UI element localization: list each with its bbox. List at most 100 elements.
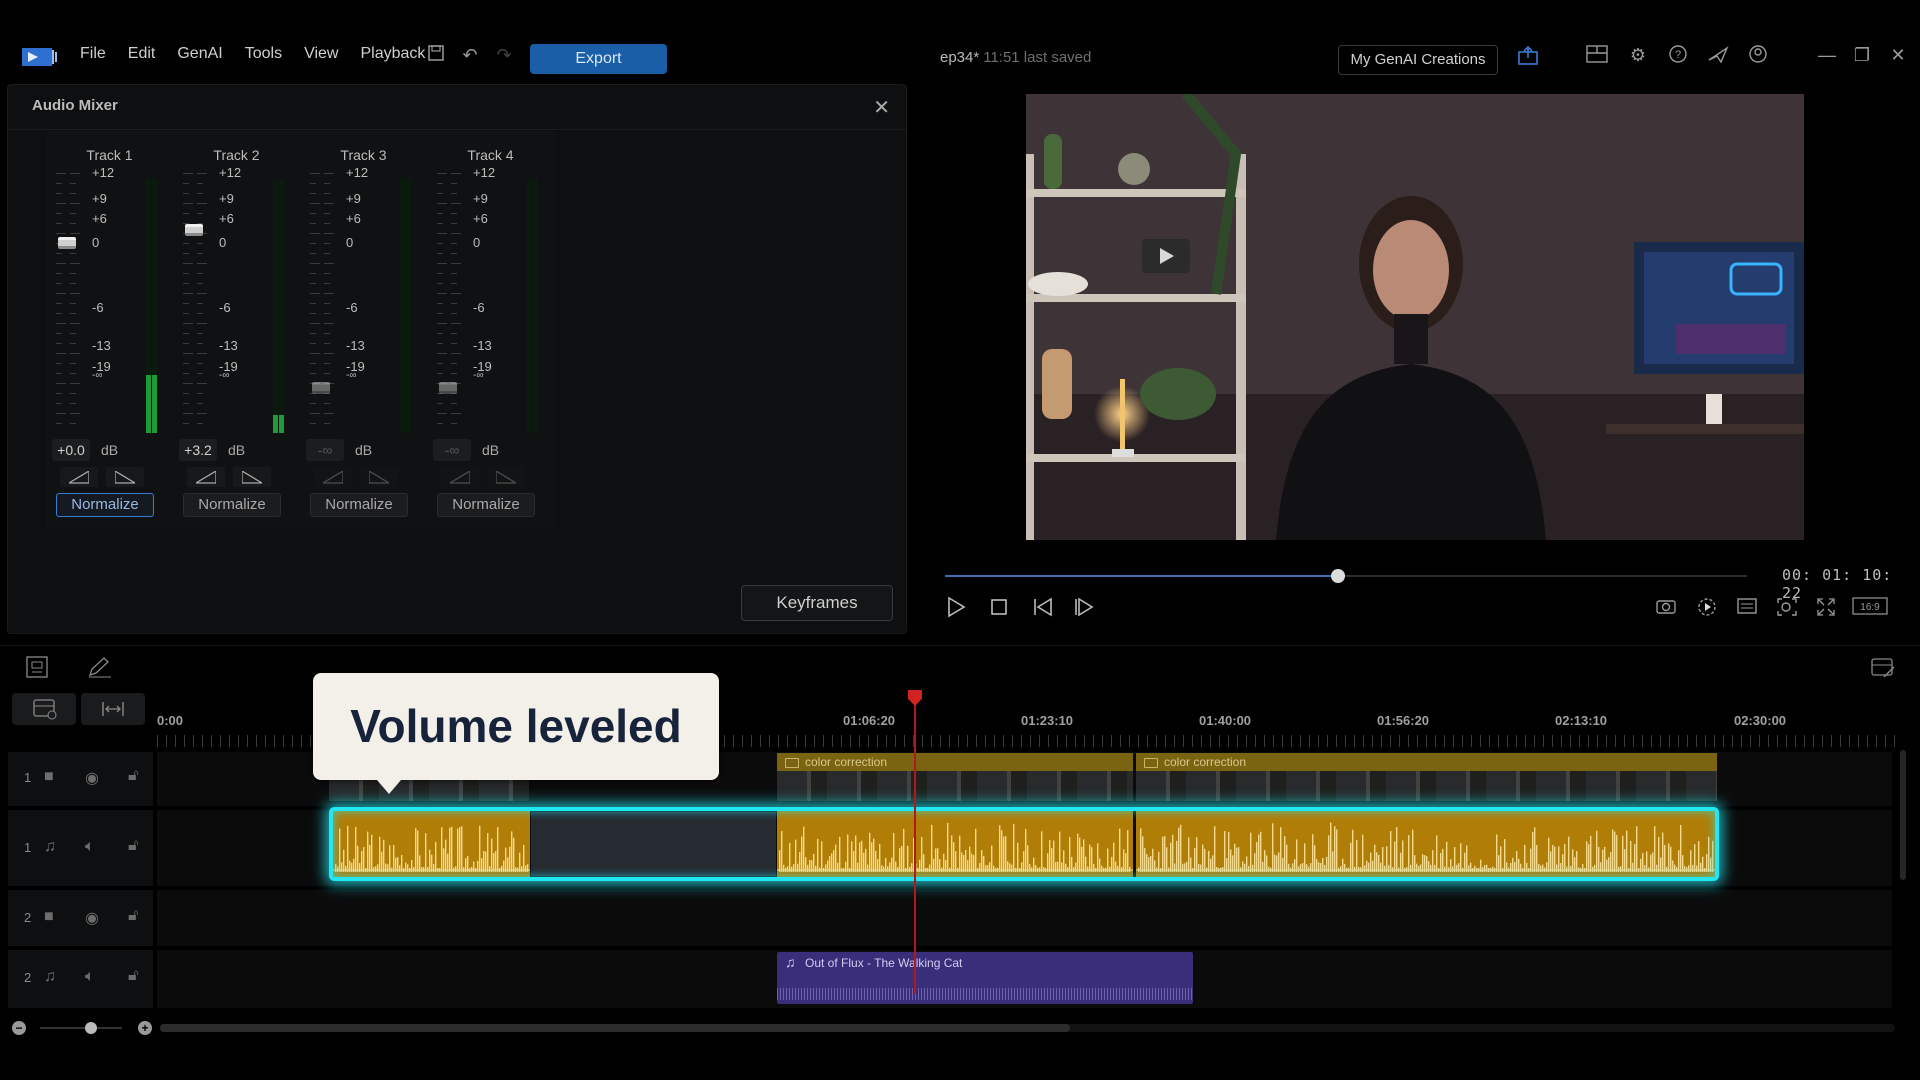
track-name: Track 4 <box>467 147 514 163</box>
fade-in-button[interactable] <box>187 467 225 487</box>
normalize-button[interactable]: Normalize <box>183 493 281 517</box>
undo-icon[interactable]: ↶ <box>459 44 481 66</box>
keyframes-button[interactable]: Keyframes <box>741 585 893 621</box>
notification-icon[interactable] <box>1707 44 1729 66</box>
scrub-handle[interactable] <box>1330 569 1345 583</box>
db-scale-label: -6 <box>219 300 231 315</box>
volume-fader[interactable] <box>312 382 330 394</box>
track-header-video-1: 1 ■ ◉ 🔓︎ <box>8 752 153 806</box>
level-meter <box>527 179 532 433</box>
stop-icon[interactable] <box>989 596 1009 624</box>
db-scale-label: -∞ <box>219 370 230 381</box>
edit-pen-icon[interactable] <box>87 656 113 683</box>
minimize-icon[interactable]: — <box>1816 44 1838 66</box>
help-icon[interactable]: ? <box>1667 44 1689 66</box>
menu-view[interactable]: View <box>304 45 338 63</box>
snapshot-icon[interactable] <box>1654 597 1678 619</box>
menu-genai[interactable]: GenAI <box>177 45 222 63</box>
fader-rail[interactable] <box>437 173 451 433</box>
fade-out-icon <box>496 471 516 484</box>
normalize-button[interactable]: Normalize <box>310 493 408 517</box>
db-scale-label: -∞ <box>346 370 357 381</box>
normalize-button[interactable]: Normalize <box>437 493 535 517</box>
menu-playback[interactable]: Playback <box>360 45 425 63</box>
fade-in-button[interactable] <box>60 467 98 487</box>
volume-fader[interactable] <box>58 236 76 249</box>
music-clip-label: Out of Flux - The Walking Cat <box>805 956 963 970</box>
lock-icon[interactable]: 🔓︎ <box>128 967 138 985</box>
zoom-out-icon[interactable]: − <box>12 1021 26 1035</box>
volume-fader[interactable] <box>185 223 203 236</box>
redo-icon[interactable]: ↷ <box>493 44 515 66</box>
video-preview[interactable] <box>1026 94 1804 540</box>
normalize-button[interactable]: Normalize <box>56 493 154 517</box>
timeline-view-icon[interactable] <box>26 656 48 683</box>
volume-fader[interactable] <box>439 382 457 394</box>
upload-icon[interactable] <box>1517 44 1539 66</box>
fader-rail[interactable] <box>310 173 324 433</box>
speaker-icon[interactable]: 🔈︎ <box>85 968 95 986</box>
track-header-audio-2: 2 ♫ 🔈︎ 🔓︎ <box>8 950 153 1008</box>
menu-edit[interactable]: Edit <box>128 45 156 63</box>
title-bar: File Edit GenAI Tools View Playback ↶ ↷ … <box>0 0 1920 84</box>
play-icon[interactable] <box>946 596 966 624</box>
lock-icon[interactable]: 🔓︎ <box>128 767 138 785</box>
export-button[interactable]: Export <box>530 44 667 74</box>
eye-icon[interactable]: ◉ <box>85 768 99 788</box>
preview-frame <box>1026 94 1804 540</box>
gear-icon[interactable]: ⚙ <box>1627 44 1649 66</box>
menu-bar: File Edit GenAI Tools View Playback <box>80 45 447 63</box>
save-icon[interactable] <box>425 44 447 66</box>
fit-timeline-button[interactable] <box>81 693 145 725</box>
fade-out-button[interactable] <box>233 467 271 487</box>
eye-icon[interactable]: ◉ <box>85 908 99 928</box>
next-frame-icon[interactable] <box>1073 596 1095 624</box>
fullscreen-icon[interactable] <box>1814 597 1838 619</box>
lock-icon[interactable]: 🔓︎ <box>128 907 138 925</box>
scrub-bar[interactable] <box>945 575 1747 577</box>
fade-in-button[interactable] <box>314 467 352 487</box>
volume-value-input[interactable]: -∞ <box>433 439 471 461</box>
horizontal-scrollbar[interactable] <box>160 1024 1895 1032</box>
fader-rail[interactable] <box>183 173 197 433</box>
zoom-slider-track[interactable] <box>40 1027 122 1029</box>
fade-out-button[interactable] <box>487 467 525 487</box>
restore-icon[interactable]: ❐ <box>1851 44 1873 66</box>
layout-icon[interactable] <box>1586 44 1608 66</box>
video-clip-color-correction[interactable]: color correction <box>777 753 1133 801</box>
speaker-icon[interactable]: 🔈︎ <box>85 838 95 856</box>
aspect-ratio-icon[interactable]: 16:9 <box>1852 597 1888 619</box>
video-clip-color-correction[interactable]: color correction <box>1136 753 1717 801</box>
volume-value-input[interactable]: +3.2 <box>179 439 217 461</box>
account-icon[interactable] <box>1747 44 1769 66</box>
db-scale-label: +12 <box>219 165 242 180</box>
timeline-settings-icon[interactable] <box>1870 656 1896 683</box>
close-window-icon[interactable]: ✕ <box>1887 44 1909 66</box>
volume-value-input[interactable]: +0.0 <box>52 439 90 461</box>
music-clip[interactable]: ♫ Out of Flux - The Walking Cat <box>777 952 1193 1004</box>
scrollbar-thumb[interactable] <box>160 1024 1070 1032</box>
my-genai-creations-button[interactable]: My GenAI Creations <box>1338 45 1498 75</box>
volume-value-input[interactable]: -∞ <box>306 439 344 461</box>
subtitle-icon[interactable] <box>1735 597 1759 619</box>
preview-quality-icon[interactable] <box>1695 597 1719 619</box>
menu-tools[interactable]: Tools <box>245 45 282 63</box>
menu-file[interactable]: File <box>80 45 106 63</box>
fade-out-button[interactable] <box>360 467 398 487</box>
track-name: Track 3 <box>340 147 387 163</box>
fader-rail[interactable] <box>56 173 70 433</box>
fade-in-button[interactable] <box>441 467 479 487</box>
db-scale-label: 0 <box>92 235 100 250</box>
zoom-in-icon[interactable]: + <box>138 1021 152 1035</box>
db-scale-label: +12 <box>346 165 369 180</box>
db-scale-label: -∞ <box>473 370 484 381</box>
fade-out-button[interactable] <box>106 467 144 487</box>
zoom-view-icon[interactable] <box>1775 597 1799 619</box>
vertical-scrollbar[interactable] <box>1900 750 1906 880</box>
lock-icon[interactable]: 🔓︎ <box>128 837 138 855</box>
previous-frame-icon[interactable] <box>1032 596 1054 624</box>
close-icon[interactable]: ✕ <box>873 95 890 120</box>
zoom-slider-handle[interactable] <box>85 1022 97 1034</box>
track-manager-button[interactable] <box>12 693 76 725</box>
db-scale-label: +12 <box>92 165 115 180</box>
